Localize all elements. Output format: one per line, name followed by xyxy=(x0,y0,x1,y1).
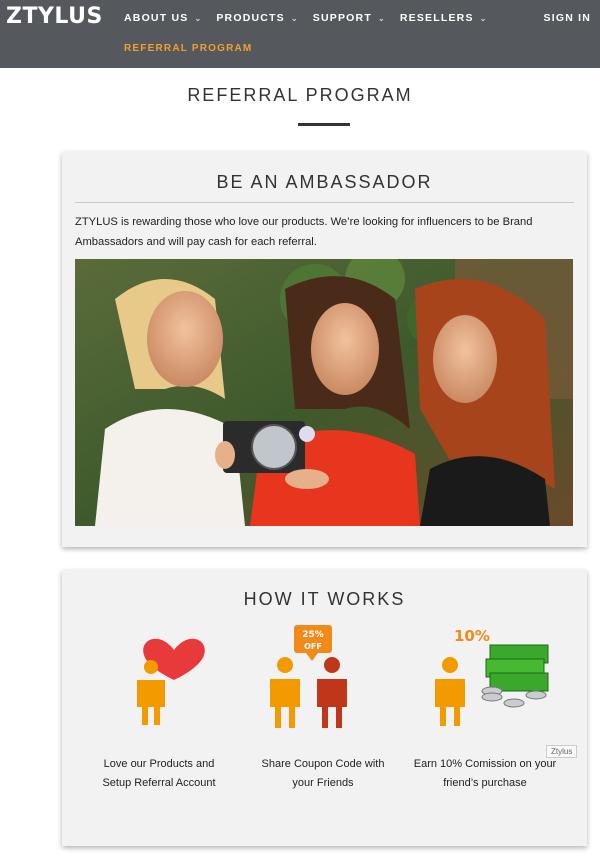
chevron-down-icon: ⌄ xyxy=(377,13,386,23)
ztylus-logo[interactable]: ZTYLUS xyxy=(6,4,103,29)
ztylus-tag: Ztylus xyxy=(546,745,578,758)
chevron-down-icon: ⌄ xyxy=(290,13,299,23)
title-divider xyxy=(298,123,350,126)
step-2-text: Share Coupon Code with your Friends xyxy=(248,755,398,793)
nav-resellers-label: RESELLERS xyxy=(399,12,474,24)
nav-products[interactable]: PRODUCTS ⌄ xyxy=(216,12,298,24)
nav-products-label: PRODUCTS xyxy=(216,12,285,24)
nav-support[interactable]: SUPPORT ⌄ xyxy=(313,12,386,24)
ambassador-divider xyxy=(75,202,574,203)
ambassador-photo xyxy=(75,259,573,526)
nav-about-us-label: ABOUT US xyxy=(124,12,189,24)
step-2-line-2: your Friends xyxy=(292,777,354,789)
nav-support-label: SUPPORT xyxy=(312,12,372,24)
step-2-line-1: Share Coupon Code with xyxy=(261,758,385,770)
how-it-works-title: HOW IT WORKS xyxy=(243,589,406,609)
step-share-coupon: 25% OFF Share Coupon Code with your Frie… xyxy=(248,625,398,795)
step-1-line-2: Setup Referral Account xyxy=(102,777,216,789)
step-3-line-1: Earn 10% Comission on your xyxy=(413,758,557,770)
coupon-share-icon: 25% OFF xyxy=(248,625,398,735)
commission-percent: 10% xyxy=(454,627,490,645)
nav-referral-program[interactable]: REFERRAL PROGRAM xyxy=(124,43,252,54)
chevron-down-icon: ⌄ xyxy=(479,13,488,23)
cash-commission-icon: 10% xyxy=(410,625,560,735)
step-1-text: Love our Products and Setup Referral Acc… xyxy=(84,755,234,793)
ambassador-card: BE AN AMBASSADOR ZTYLUS is rewarding tho… xyxy=(62,152,587,547)
coupon-percent: 25% xyxy=(302,630,324,640)
main-nav: ABOUT US ⌄ PRODUCTS ⌄ SUPPORT ⌄ RESELLER… xyxy=(124,12,488,24)
nav-resellers[interactable]: RESELLERS ⌄ xyxy=(400,12,488,24)
page-title: REFERRAL PROGRAM xyxy=(187,85,413,105)
heart-person-icon xyxy=(84,625,234,735)
chevron-down-icon: ⌄ xyxy=(194,13,203,23)
step-love-products: Love our Products and Setup Referral Acc… xyxy=(84,625,234,795)
step-3-text: Earn 10% Comission on your friend’s purc… xyxy=(410,755,560,793)
step-1-line-1: Love our Products and xyxy=(103,758,215,770)
coupon-off: OFF xyxy=(304,642,322,651)
ambassador-description: ZTYLUS is rewarding those who love our p… xyxy=(75,216,533,248)
nav-about-us[interactable]: ABOUT US ⌄ xyxy=(124,12,202,24)
step-3-line-2: friend’s purchase xyxy=(443,777,527,789)
ambassador-title: BE AN AMBASSADOR xyxy=(216,172,433,192)
how-it-works-card: HOW IT WORKS Love our Products and Setup… xyxy=(62,570,587,846)
step-earn-commission: 10% Earn 10% Comission on your friend’s … xyxy=(410,625,560,795)
top-nav-bar: ZTYLUS ABOUT US ⌄ PRODUCTS ⌄ SUPPORT ⌄ R… xyxy=(0,0,600,68)
selfie-photo-illustration xyxy=(75,259,573,526)
sign-in-link[interactable]: SIGN IN xyxy=(544,12,592,24)
